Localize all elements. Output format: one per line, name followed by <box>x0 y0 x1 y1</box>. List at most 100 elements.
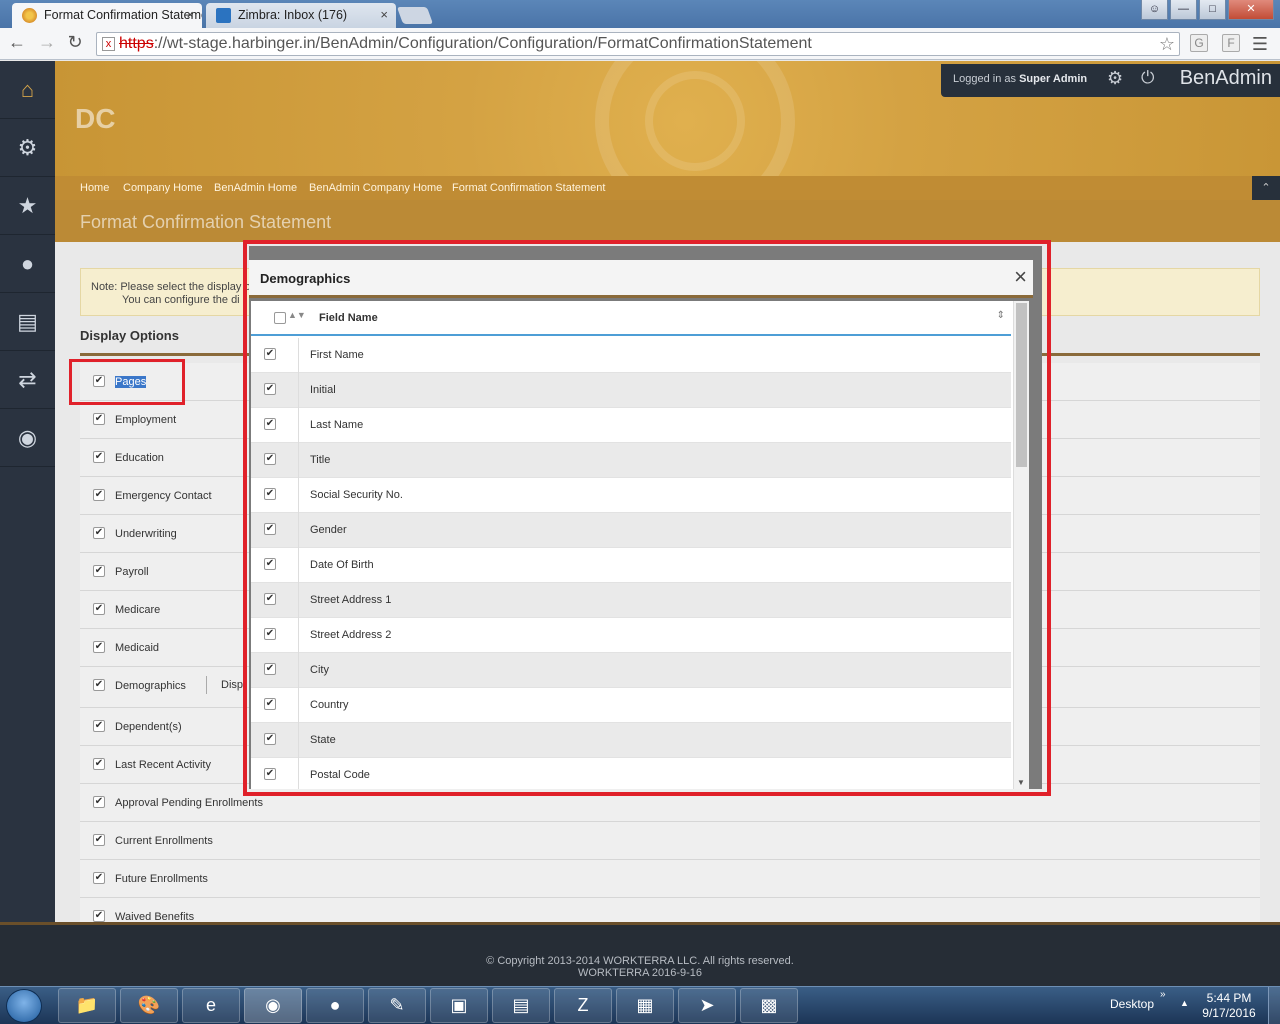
desktop-toolbar-label[interactable]: Desktop <box>1110 997 1154 1011</box>
table-row: ✔ Date Of Birth <box>251 548 1011 583</box>
column-header-field-name[interactable]: Field Name <box>319 312 378 324</box>
checkbox[interactable]: ✔ <box>93 565 105 577</box>
checkbox[interactable]: ✔ <box>264 488 276 500</box>
image-viewer-icon[interactable]: ▩ <box>740 988 798 1023</box>
checkbox[interactable]: ✔ <box>264 663 276 675</box>
checkbox[interactable]: ✔ <box>264 418 276 430</box>
version-text: WORKTERRA 2016-9-16 <box>577 967 703 979</box>
logged-in-status: Logged in as Super Admin <box>953 73 1088 85</box>
checkbox[interactable]: ✔ <box>93 796 105 808</box>
breadcrumb-item[interactable]: BenAdmin Home <box>214 182 297 194</box>
extension-g-icon[interactable]: G <box>1190 34 1208 52</box>
chrome-favicon-icon <box>22 8 37 23</box>
file-explorer-icon[interactable]: 📁 <box>58 988 116 1023</box>
reload-icon[interactable]: ↻ <box>64 32 86 53</box>
checkbox[interactable]: ✔ <box>93 758 105 770</box>
checkbox[interactable]: ✔ <box>264 558 276 570</box>
checkbox[interactable]: ✔ <box>93 603 105 615</box>
sticky-notes-icon[interactable]: ▣ <box>430 988 488 1023</box>
scroll-down-arrow-icon[interactable]: ▼ <box>1017 778 1025 787</box>
document-icon[interactable]: ▤ <box>492 988 550 1023</box>
system-clock[interactable]: 5:44 PM 9/17/2016 <box>1196 991 1262 1021</box>
scrollbar-thumb[interactable] <box>1016 303 1027 467</box>
user-name[interactable]: Super Admin <box>1019 73 1087 85</box>
checkbox[interactable]: ✔ <box>264 698 276 710</box>
checkbox[interactable]: ✔ <box>264 523 276 535</box>
breadcrumb-item[interactable]: Home <box>80 182 109 194</box>
bookmark-star-icon[interactable]: ☆ <box>1159 33 1175 55</box>
brand-logo: BenAdmin <box>1179 67 1272 89</box>
paint-icon[interactable]: 🎨 <box>120 988 178 1023</box>
close-icon[interactable]: × <box>1014 264 1027 290</box>
internet-explorer-icon[interactable]: e <box>182 988 240 1023</box>
checkbox[interactable]: ✔ <box>264 768 276 780</box>
puzzle-icon[interactable]: ⚙ <box>0 119 55 177</box>
extension-f-icon[interactable]: F <box>1222 34 1240 52</box>
user-star-icon[interactable]: ★ <box>0 177 55 235</box>
tab-close-icon[interactable]: × <box>186 3 194 27</box>
back-arrow-icon[interactable]: ← <box>6 32 28 53</box>
maximize-button[interactable]: □ <box>1199 0 1226 20</box>
checkbox[interactable]: ✔ <box>264 453 276 465</box>
gear-icon[interactable]: ⚙ <box>1107 68 1123 89</box>
checkbox[interactable]: ✔ <box>93 872 105 884</box>
checkbox[interactable]: ✔ <box>93 641 105 653</box>
close-window-button[interactable]: ✕ <box>1228 0 1274 20</box>
windows-start-icon[interactable] <box>6 989 42 1023</box>
show-desktop-button[interactable] <box>1268 987 1280 1024</box>
notepad-icon[interactable]: ✎ <box>368 988 426 1023</box>
page-footer: © Copyright 2013-2014 WORKTERRA LLC. All… <box>0 922 1280 986</box>
browser-tab-zimbra[interactable]: Zimbra: Inbox (176) × <box>206 3 396 28</box>
checkbox[interactable]: ✔ <box>264 628 276 640</box>
checkbox[interactable]: ✔ <box>93 451 105 463</box>
checkbox[interactable]: ✔ <box>93 413 105 425</box>
zimbra-favicon-icon <box>216 8 231 23</box>
forward-arrow-icon[interactable]: → <box>36 32 58 53</box>
zimbra-icon[interactable]: Z <box>554 988 612 1023</box>
checkbox[interactable]: ✔ <box>93 720 105 732</box>
new-tab-button[interactable] <box>396 7 434 24</box>
insecure-lock-icon[interactable]: x <box>102 37 115 51</box>
minimize-button[interactable]: — <box>1170 0 1197 20</box>
select-all-checkbox[interactable] <box>274 312 286 324</box>
checkbox[interactable]: ✔ <box>264 383 276 395</box>
checkbox[interactable]: ✔ <box>93 489 105 501</box>
list-item: ✔ Future Enrollments <box>80 860 1260 898</box>
checkbox[interactable]: ✔ <box>264 593 276 605</box>
tab-close-icon[interactable]: × <box>380 3 388 27</box>
user-icon[interactable]: ☺ <box>1141 0 1168 20</box>
address-bar[interactable]: x https://wt-stage.harbinger.in/BenAdmin… <box>96 32 1180 56</box>
checkbox[interactable]: ✔ <box>93 679 105 691</box>
table-row: ✔ First Name <box>251 338 1011 373</box>
grid-body: ✔ First Name ✔ Initial ✔ Last Name ✔ Title ✔… <box>251 338 1011 789</box>
files-icon[interactable]: ▦ <box>616 988 674 1023</box>
display-settings-link[interactable]: Disp <box>206 676 243 694</box>
checkbox[interactable]: ✔ <box>93 834 105 846</box>
sort-icon[interactable]: ▲▼ <box>288 310 306 320</box>
chevron-right-icon[interactable]: » <box>1160 989 1166 1000</box>
tray-arrow-up-icon[interactable]: ▲ <box>1180 998 1189 1008</box>
send-icon[interactable]: ➤ <box>678 988 736 1023</box>
home-icon[interactable]: ⌂ <box>0 61 55 119</box>
checkbox[interactable]: ✔ <box>264 348 276 360</box>
chat-bubble-icon[interactable]: ◉ <box>0 409 55 467</box>
transfer-arrows-icon[interactable]: ⇄ <box>0 351 55 409</box>
user-icon[interactable]: ● <box>0 235 55 293</box>
power-icon[interactable]: ⏻ <box>1141 68 1154 88</box>
browser-tab-format-confirmation[interactable]: Format Confirmation Statement × <box>12 3 202 28</box>
checkbox[interactable]: ✔ <box>264 733 276 745</box>
checkbox[interactable]: ✔ <box>93 527 105 539</box>
window-controls: ☺ — □ ✕ <box>1141 0 1274 20</box>
checkbox[interactable]: ✔ <box>93 910 105 922</box>
sort-icon[interactable]: ⇕ <box>997 310 1005 321</box>
breadcrumb-item[interactable]: BenAdmin Company Home <box>309 182 442 194</box>
chrome-icon[interactable]: ◉ <box>244 988 302 1023</box>
bar-chart-icon[interactable]: ▤ <box>0 293 55 351</box>
firefox-icon[interactable]: ● <box>306 988 364 1023</box>
company-header: DC Logged in as Super Admin ⚙ ⏻ BenAdmin <box>55 61 1280 221</box>
collapse-chevron-up-icon[interactable]: ⌃ <box>1252 176 1280 200</box>
company-name: DC <box>75 103 116 134</box>
breadcrumb-item[interactable]: Company Home <box>123 182 202 194</box>
grid-scrollbar[interactable]: ▼ <box>1013 301 1029 789</box>
browser-menu-icon[interactable]: ☰ <box>1252 34 1268 55</box>
